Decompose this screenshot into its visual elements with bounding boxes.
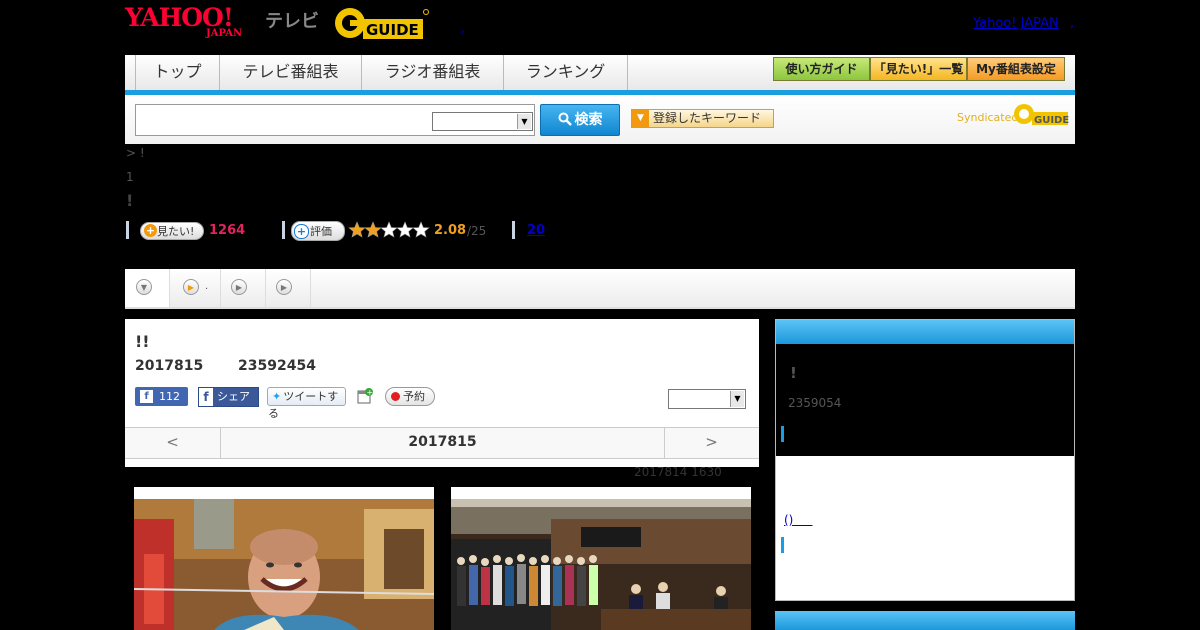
syndicated-g-guide-logo: GUIDE <box>1014 104 1069 125</box>
program-heading: ! <box>126 191 134 210</box>
search-button[interactable]: 検索 <box>540 104 620 136</box>
chevron-down-icon: ▼ <box>136 279 152 295</box>
search-button-label: 検索 <box>574 112 603 128</box>
side-panel-info: ! 2359054 <box>776 344 1074 456</box>
reserve-button[interactable]: 予約 <box>385 387 435 406</box>
rating-button-label: 評価 <box>310 225 332 238</box>
search-icon <box>558 112 572 126</box>
nav-left-edge <box>125 55 136 90</box>
g-guide-logo[interactable]: GUIDE <box>333 6 429 40</box>
plus-icon: + <box>294 224 309 239</box>
nav-tab-ranking[interactable]: ランキング <box>504 55 628 90</box>
rating-value: 2.08 <box>434 223 467 238</box>
plus-icon: + <box>144 224 157 237</box>
side-accent-bar <box>781 426 784 442</box>
play-icon: ▶ <box>231 279 247 295</box>
syndicated-text: Syndicated <box>957 111 1019 124</box>
main-nav: トップ テレビ番組表 ラジオ番組表 ランキング 使い方ガイド 「見たい!」一覧 … <box>125 55 1075 95</box>
side-link[interactable]: () <box>784 513 812 527</box>
svg-text:GUIDE: GUIDE <box>366 21 419 39</box>
want-count: 1264 <box>209 223 246 238</box>
rating-max: /25 <box>467 224 487 238</box>
reserve-label: 予約 <box>403 390 425 403</box>
side-title: ! <box>790 364 797 382</box>
facebook-like-button[interactable]: f 112 <box>135 387 188 406</box>
tv-logo-text: テレビ <box>265 11 319 32</box>
want-list-button[interactable]: 「見たい!」一覧 <box>870 57 967 81</box>
prev-day-button[interactable]: < <box>125 428 220 458</box>
facebook-icon: f <box>140 390 153 403</box>
side-accent-bar <box>781 537 784 553</box>
svg-text:+: + <box>367 388 374 397</box>
facebook-like-count: 112 <box>159 390 180 403</box>
facebook-icon: f <box>199 388 213 406</box>
search-category-select[interactable]: ▼ <box>432 112 533 131</box>
stat-divider <box>282 221 285 239</box>
my-listings-settings-button[interactable]: My番組表設定 <box>967 57 1065 81</box>
stat-divider <box>126 221 129 239</box>
program-select[interactable]: ▼ <box>668 389 746 409</box>
star-icons <box>348 221 430 238</box>
usage-guide-button[interactable]: 使い方ガイド <box>773 57 870 81</box>
record-icon <box>391 392 400 401</box>
current-date: 2017815 <box>220 428 665 458</box>
tab-3[interactable]: ▶ <box>266 269 311 307</box>
photo-studio <box>451 499 751 630</box>
nav-tab-tv-listings[interactable]: テレビ番組表 <box>220 55 362 90</box>
program-date: 2017815 <box>135 358 204 374</box>
saved-keywords-button[interactable]: ▼ 登録したキーワード <box>631 109 774 128</box>
updated-time: 2017814 1630 <box>634 465 722 479</box>
play-icon: ▶ <box>276 279 292 295</box>
rating-stars <box>348 221 430 239</box>
arrow-down-icon: ▼ <box>632 110 649 127</box>
nav-tab-radio-listings[interactable]: ラジオ番組表 <box>362 55 504 90</box>
nav-tab-top[interactable]: トップ <box>136 55 220 90</box>
side-panel-2-header <box>775 611 1075 630</box>
episode-line: 1 <box>126 170 134 184</box>
star-icon[interactable] <box>364 221 382 238</box>
twitter-bird-icon: ✦ <box>272 390 282 403</box>
tweet-button[interactable]: ✦ ツイートする <box>267 387 346 420</box>
side-panel-header <box>776 320 1074 344</box>
header-comma: , <box>1070 16 1075 31</box>
yahoo-japan-link[interactable]: Yahoo! JAPAN <box>973 16 1059 31</box>
play-icon: ▶ <box>183 279 199 295</box>
star-icon[interactable] <box>380 221 398 238</box>
date-navigation: < 2017815 > <box>125 427 759 459</box>
want-button-label: 見たい! <box>157 225 195 238</box>
want-button[interactable]: + 見たい! <box>140 222 204 240</box>
program-photo-2[interactable] <box>451 487 751 630</box>
content-tabs: ▼ ▶ . ▶ ▶ <box>125 269 1075 309</box>
program-panel: !! 2017815 23592454 f 112 f シェア ✦ ツイートする + … <box>125 319 759 467</box>
search-area: ▼ 検索 ▼ 登録したキーワード Syndicated GUIDE <box>125 95 1075 144</box>
program-time: 23592454 <box>238 358 316 374</box>
stat-divider <box>512 221 515 239</box>
rating-button[interactable]: + 評価 <box>291 221 345 241</box>
yahoo-logo[interactable]: YAHOO! <box>125 5 234 30</box>
next-day-button[interactable]: > <box>664 428 759 458</box>
chevron-down-icon: ▼ <box>517 114 531 129</box>
comments-link[interactable]: 20 <box>527 223 545 238</box>
star-icon[interactable] <box>396 221 414 238</box>
program-photo-1[interactable] <box>134 487 434 630</box>
tab-video-label: . <box>205 281 209 292</box>
tab-video[interactable]: ▶ . <box>170 269 221 307</box>
facebook-share-button[interactable]: f シェア <box>198 387 259 407</box>
tab-active[interactable]: ▼ <box>125 269 170 307</box>
chevron-down-icon: ▼ <box>730 391 744 407</box>
yahoo-japan-logo-sub: JAPAN <box>206 28 243 39</box>
svg-text:GUIDE: GUIDE <box>1034 115 1069 125</box>
side-time: 2359054 <box>788 396 842 410</box>
facebook-share-label: シェア <box>217 390 250 403</box>
photo-host <box>134 499 434 630</box>
star-icon[interactable] <box>412 221 430 238</box>
program-title: !! <box>135 332 150 351</box>
header-dot: , <box>461 22 465 35</box>
breadcrumb[interactable]: > ! <box>126 146 145 160</box>
star-icon[interactable] <box>348 221 366 238</box>
tab-2[interactable]: ▶ <box>221 269 266 307</box>
saved-keywords-label: 登録したキーワード <box>653 111 762 125</box>
add-calendar-icon[interactable]: + <box>357 387 373 405</box>
side-panel: ! 2359054 () <box>775 319 1075 601</box>
